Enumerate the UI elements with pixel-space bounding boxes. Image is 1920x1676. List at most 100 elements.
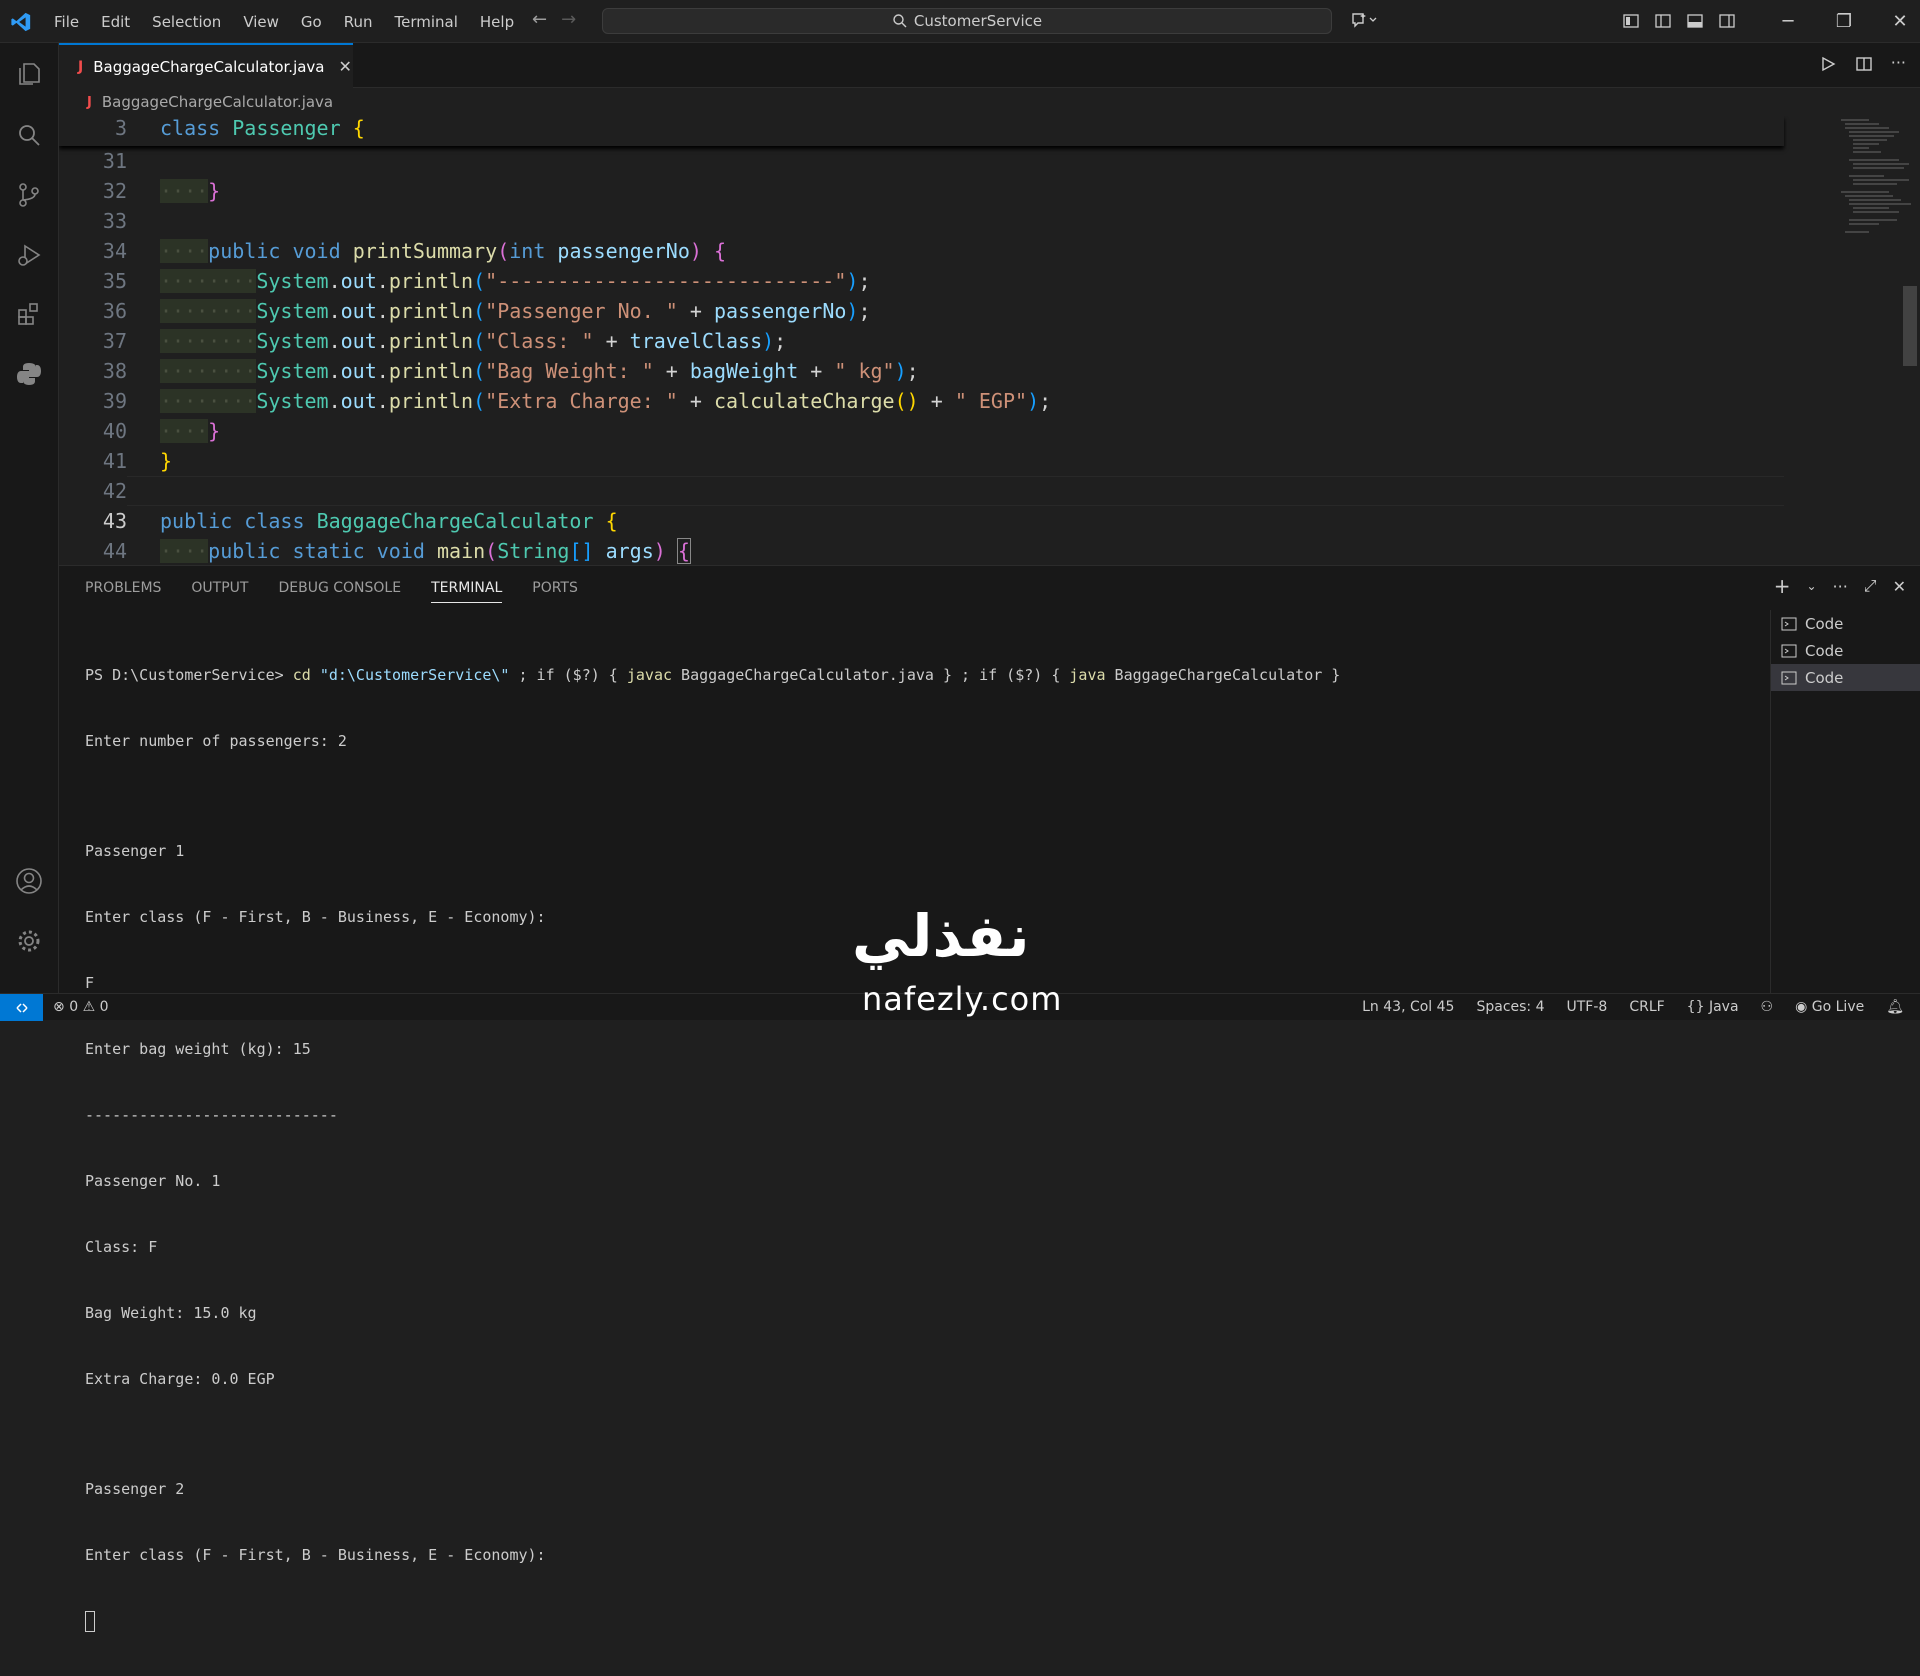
code-editor[interactable]: 3 class Passenger { 31 ····} 32 33 ····p…	[59, 116, 1920, 565]
tab-ports[interactable]: PORTS	[532, 580, 578, 603]
braces-icon: {}	[1686, 999, 1705, 1015]
menu-go[interactable]: Go	[301, 13, 322, 31]
terminal-token: BaggageChargeCalculator }	[1105, 666, 1341, 684]
breadcrumb-file[interactable]: BaggageChargeCalculator.java	[102, 93, 333, 111]
toggle-primary-sidebar-icon[interactable]	[1654, 12, 1672, 30]
tab-baggage-calculator[interactable]: J BaggageChargeCalculator.java ✕	[59, 43, 353, 88]
search-icon	[893, 14, 907, 28]
terminal-token: java	[1069, 666, 1106, 684]
more-actions-icon[interactable]: ···	[1891, 55, 1906, 73]
problems-status[interactable]: ⊗ 0 ⚠ 0	[53, 999, 109, 1015]
go-live-label: Go Live	[1811, 999, 1865, 1015]
code-line: 36 ········System.out.println("Class: " …	[59, 266, 1784, 353]
gear-icon[interactable]	[14, 926, 44, 956]
terminal-list-label: Code	[1805, 641, 1844, 660]
run-icon[interactable]	[1819, 55, 1837, 73]
code-token: main	[436, 539, 486, 563]
terminal-token: ; if ($?) {	[509, 666, 627, 684]
code-line: 33 ····public void printSummary(int pass…	[59, 176, 1784, 263]
editor-scrollbar[interactable]	[1903, 286, 1917, 366]
cursor-position[interactable]: Ln 43, Col 45	[1362, 999, 1454, 1015]
code-line: 34 ········System.out.println("---------…	[59, 206, 1784, 293]
terminal-list-item[interactable]: Code	[1771, 610, 1920, 637]
tab-output[interactable]: OUTPUT	[191, 580, 248, 603]
line-number: 44	[102, 539, 127, 563]
toggle-secondary-sidebar-icon[interactable]	[1718, 12, 1736, 30]
vscode-logo-icon	[11, 12, 31, 32]
close-icon[interactable]: ✕	[339, 57, 352, 76]
terminal-output[interactable]: PS D:\CustomerService> cd "d:\CustomerSe…	[85, 620, 1765, 1676]
menu-selection[interactable]: Selection	[152, 13, 221, 31]
tab-terminal[interactable]: TERMINAL	[431, 580, 503, 603]
encoding[interactable]: UTF-8	[1567, 999, 1608, 1015]
menu-view[interactable]: View	[243, 13, 279, 31]
activity-bar	[0, 43, 59, 993]
terminal-cursor	[85, 1611, 95, 1632]
sticky-scroll-line[interactable]: 3 class Passenger {	[59, 116, 1784, 146]
line-ending[interactable]: CRLF	[1629, 999, 1664, 1015]
extensions-icon[interactable]	[14, 299, 44, 329]
terminal-token: "d:\CustomerService\"	[319, 666, 510, 684]
search-label: CustomerService	[913, 12, 1043, 30]
terminal-list-label: Code	[1805, 614, 1844, 633]
customize-layout-icon[interactable]	[1622, 12, 1640, 30]
language-mode[interactable]: {} Java	[1687, 999, 1739, 1015]
close-panel-icon[interactable]: ✕	[1893, 577, 1906, 596]
watermark-logo: نفذلي	[852, 902, 1030, 970]
terminal-line: ----------------------------	[85, 1106, 338, 1124]
tab-problems[interactable]: PROBLEMS	[85, 580, 161, 603]
terminal-line: Enter class (F - First, B - Business, E …	[85, 1546, 546, 1564]
restore-icon[interactable]: ❐	[1816, 0, 1872, 43]
code-line: 42 public class BaggageChargeCalculator …	[59, 446, 1784, 533]
back-arrow-icon[interactable]: ←	[532, 9, 547, 30]
minimap[interactable]	[1839, 116, 1920, 256]
bell-icon[interactable]: 🔔︎	[1886, 999, 1904, 1015]
line-number: 3	[114, 116, 127, 140]
menu-run[interactable]: Run	[344, 13, 373, 31]
maximize-panel-icon[interactable]: ⤢	[1864, 576, 1877, 596]
forward-arrow-icon[interactable]: →	[561, 9, 576, 30]
terminal-line: Extra Charge: 0.0 EGP	[85, 1370, 275, 1388]
tab-label: BaggageChargeCalculator.java	[93, 57, 325, 76]
code-line: 32	[59, 146, 1784, 203]
split-editor-icon[interactable]	[1855, 55, 1873, 73]
breadcrumb: J BaggageChargeCalculator.java	[59, 88, 1920, 116]
chevron-down-icon[interactable]: ⌄	[1806, 579, 1816, 593]
terminal-icon	[1781, 671, 1797, 684]
run-debug-icon[interactable]	[14, 240, 44, 270]
code-text: class Passenger {	[160, 116, 365, 140]
terminal-list-item[interactable]: Code	[1771, 637, 1920, 664]
warning-icon: ⚠	[82, 999, 96, 1015]
toggle-panel-icon[interactable]	[1686, 12, 1704, 30]
menu-file[interactable]: File	[54, 13, 79, 31]
tab-debug-console[interactable]: DEBUG CONSOLE	[278, 580, 401, 603]
terminal-line: Passenger No. 1	[85, 1172, 221, 1190]
close-window-icon[interactable]: ✕	[1872, 0, 1920, 43]
python-icon[interactable]	[14, 359, 44, 389]
source-control-icon[interactable]	[14, 180, 44, 210]
copilot-status-icon[interactable]: ⚇	[1761, 999, 1774, 1015]
terminal-icon	[1781, 617, 1797, 630]
menu-terminal[interactable]: Terminal	[395, 13, 458, 31]
account-icon[interactable]	[14, 866, 44, 896]
menu-edit[interactable]: Edit	[101, 13, 130, 31]
search-view-icon[interactable]	[14, 120, 44, 150]
more-actions-icon[interactable]: ···	[1833, 577, 1848, 596]
terminal-command-line: PS D:\CustomerService> cd "d:\CustomerSe…	[85, 664, 1765, 686]
remote-icon[interactable]	[0, 994, 43, 1021]
new-terminal-icon[interactable]: +	[1774, 574, 1791, 598]
terminal-token: javac	[626, 666, 673, 684]
indentation[interactable]: Spaces: 4	[1476, 999, 1544, 1015]
command-center-search[interactable]: CustomerService	[602, 8, 1332, 34]
terminal-list: Code Code Code	[1770, 610, 1920, 994]
terminal-list-label: Code	[1805, 668, 1844, 687]
explorer-icon[interactable]	[14, 59, 44, 89]
copilot-icon[interactable]	[1350, 10, 1378, 34]
editor-tabs: J BaggageChargeCalculator.java ✕ ···	[59, 43, 1920, 88]
menu-help[interactable]: Help	[480, 13, 514, 31]
terminal-list-item-selected[interactable]: Code	[1771, 664, 1920, 691]
minimize-icon[interactable]: ─	[1760, 0, 1816, 43]
go-live-button[interactable]: ◉ Go Live	[1795, 999, 1864, 1015]
terminal-token: BaggageChargeCalculator.java } ; if ($?)…	[672, 666, 1070, 684]
code-line: 35 ········System.out.println("Passenger…	[59, 236, 1784, 323]
